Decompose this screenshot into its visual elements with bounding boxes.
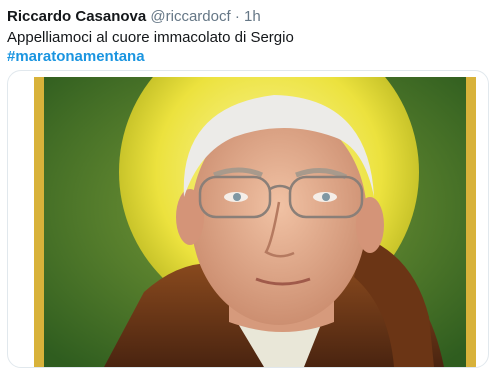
author-name[interactable]: Riccardo Casanova — [7, 8, 146, 25]
frame-edge-left — [34, 77, 44, 367]
tweet-text: Appelliamoci al cuore immacolato di Serg… — [7, 29, 294, 46]
header-separator: · — [234, 8, 240, 25]
tweet-media-card[interactable] — [7, 70, 489, 368]
tweet-photo[interactable] — [34, 77, 476, 367]
tweet-header: Riccardo Casanova @riccardocf · 1h — [7, 8, 261, 26]
iris-right — [322, 193, 330, 201]
iris-left — [233, 193, 241, 201]
tweet-timestamp[interactable]: 1h — [244, 8, 261, 25]
author-handle[interactable]: @riccardocf — [150, 8, 230, 25]
hashtag-link[interactable]: #maratonamentana — [7, 48, 145, 66]
tweet[interactable]: Riccardo Casanova @riccardocf · 1h Appel… — [0, 0, 493, 370]
frame-edge-right — [466, 77, 476, 367]
